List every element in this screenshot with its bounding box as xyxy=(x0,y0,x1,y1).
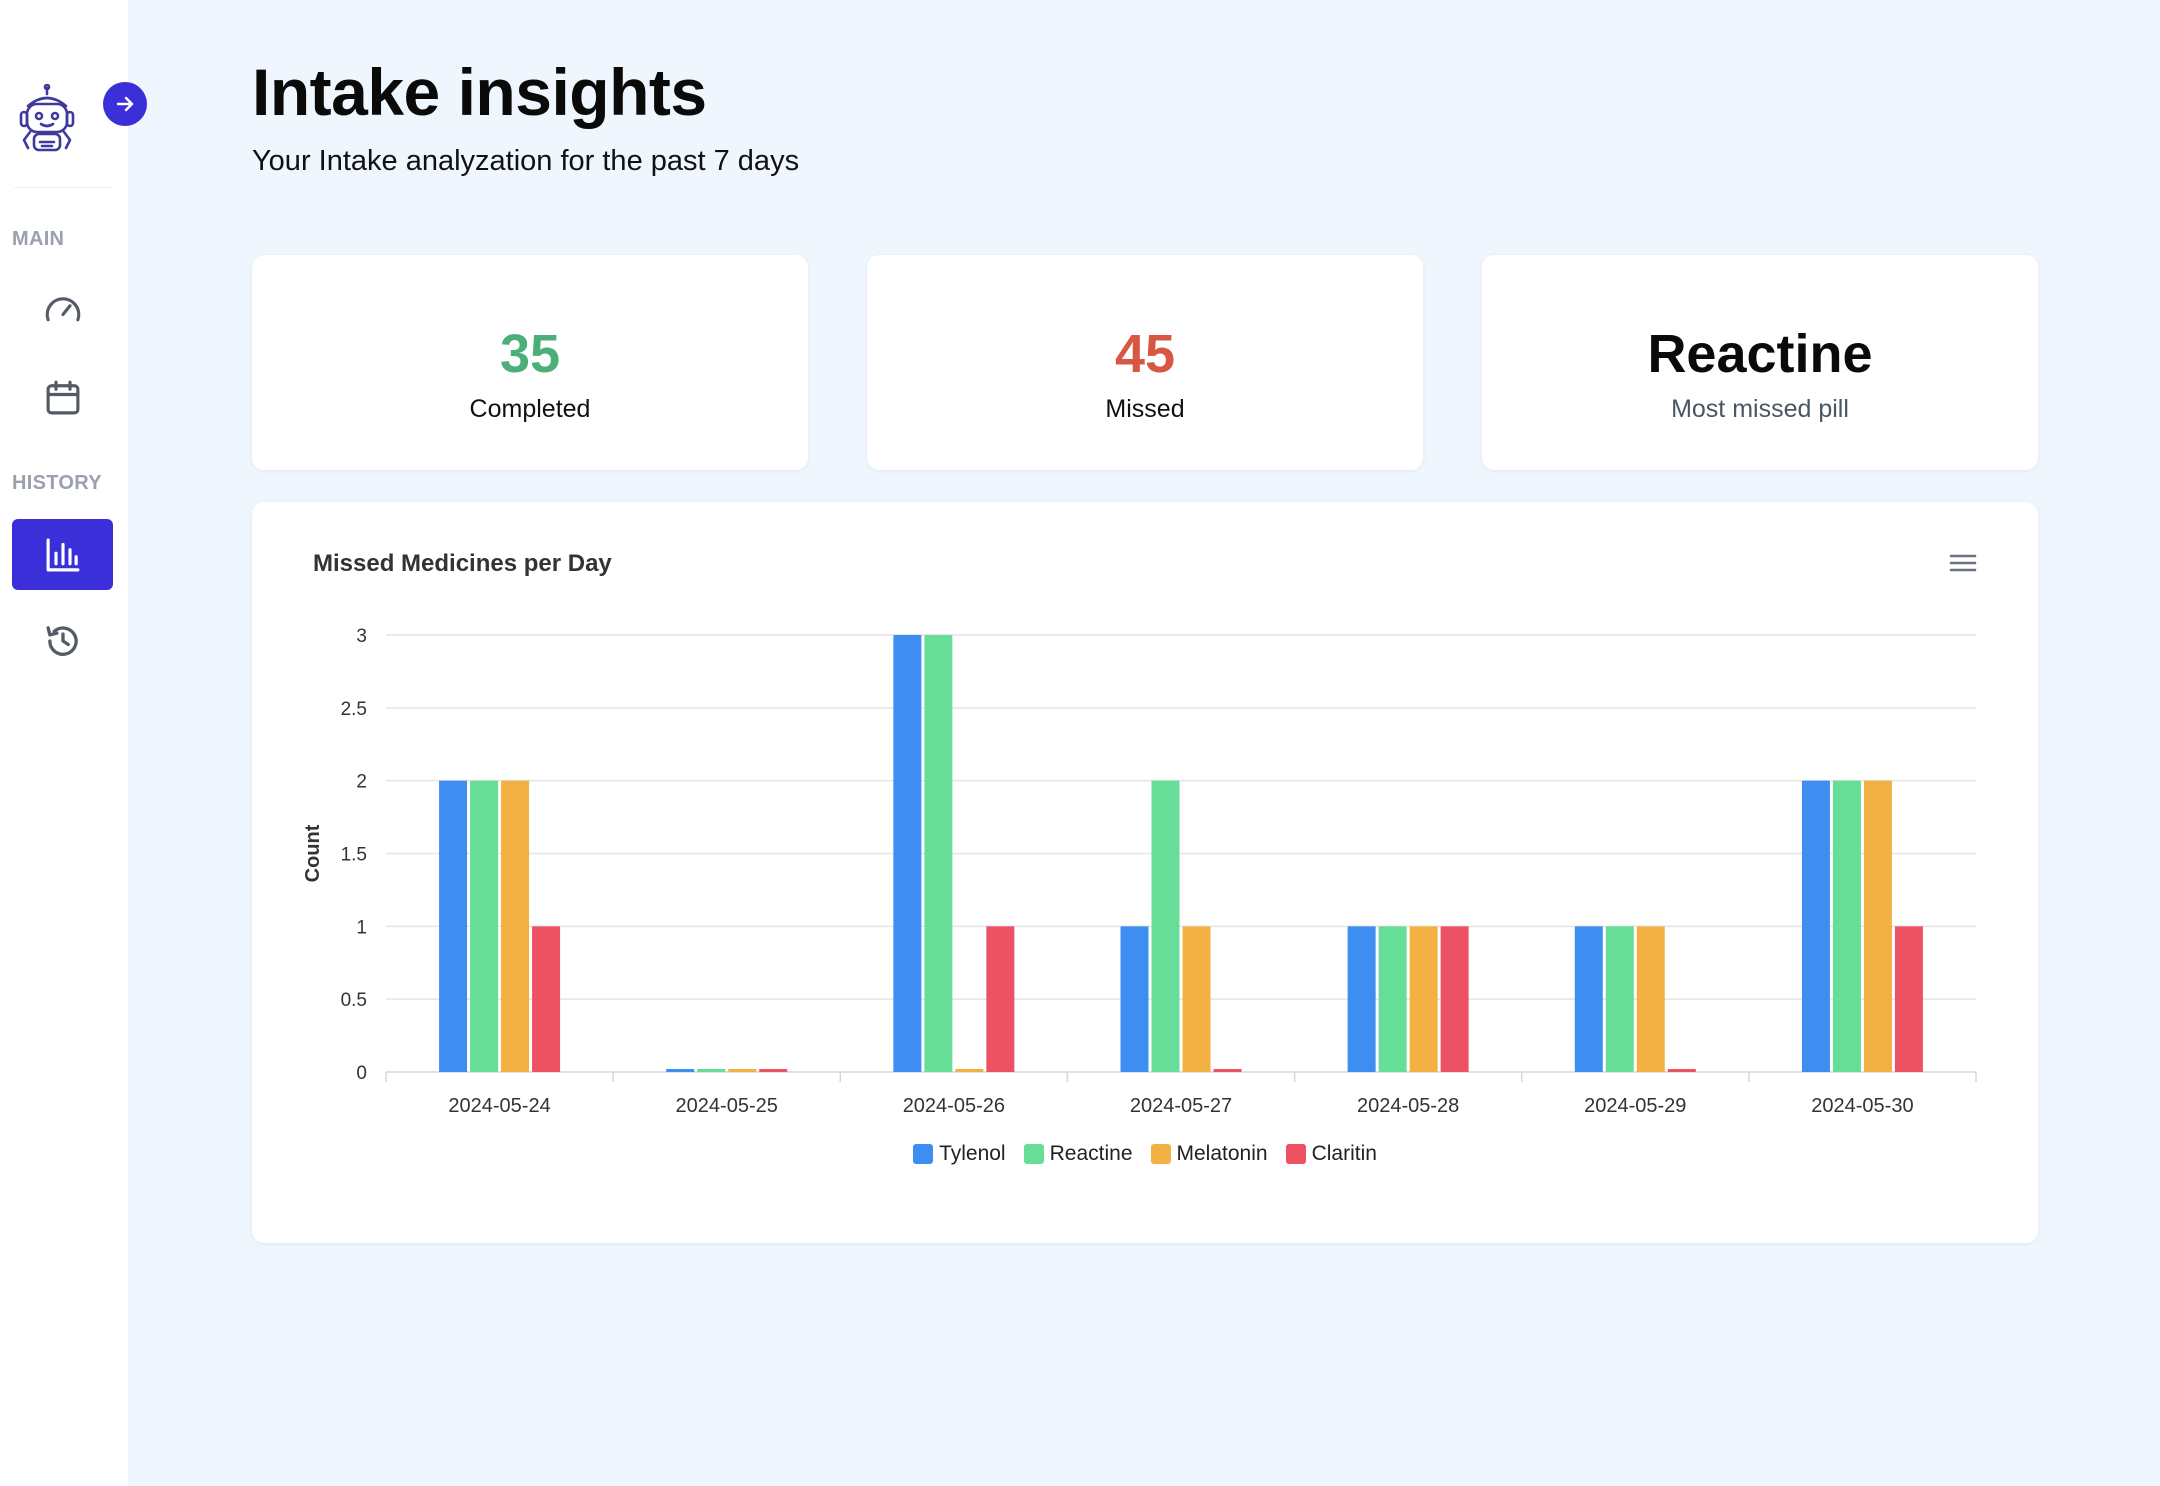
legend-label: Melatonin xyxy=(1176,1142,1268,1165)
most-missed-pill-name: Reactine xyxy=(1647,324,1873,384)
chart-legend: Tylenol Reactine Melatonin Claritin xyxy=(252,1142,2038,1166)
chart-menu-icon[interactable] xyxy=(1948,551,1978,575)
missed-label: Missed xyxy=(1105,395,1185,423)
missed-medicines-chart-card: 0 0.5 1 1.5 2 2.5 3 Count 2024-05-24 2024-05-25 20… xyxy=(252,502,2038,1243)
bar-reactine xyxy=(1378,926,1407,1072)
arrow-right-icon xyxy=(116,96,134,112)
y-tick-label: 0 xyxy=(356,1063,367,1084)
page-subtitle: Your Intake analyzation for the past 7 d… xyxy=(252,145,800,177)
legend-item-reactine[interactable]: Reactine xyxy=(1023,1142,1133,1166)
bar-tylenol xyxy=(1574,926,1603,1072)
history-icon xyxy=(45,625,78,656)
bar-melatonin xyxy=(1182,926,1211,1072)
x-tick-label: 2024-05-27 xyxy=(1130,1095,1232,1117)
legend-item-melatonin[interactable]: Melatonin xyxy=(1150,1142,1268,1166)
bar-melatonin xyxy=(1636,926,1665,1072)
y-tick-label: 3 xyxy=(356,626,367,647)
bar-tylenol xyxy=(893,635,922,1072)
calendar-icon xyxy=(46,380,79,414)
robot-logo-icon xyxy=(14,83,80,156)
bar-tylenol xyxy=(1801,780,1830,1072)
sidebar-section-history: HISTORY xyxy=(12,472,102,494)
legend-label: Claritin xyxy=(1311,1142,1377,1165)
chart-title: Missed Medicines per Day xyxy=(313,550,612,577)
sidebar-item-calendar[interactable] xyxy=(12,362,113,433)
page-title: Intake insights xyxy=(252,55,707,129)
bar-melatonin xyxy=(728,1069,757,1072)
bar-reactine xyxy=(924,635,953,1072)
bar-claritin xyxy=(759,1069,788,1072)
bar-claritin xyxy=(986,926,1015,1072)
y-tick-label: 2 xyxy=(356,772,367,793)
most-missed-stat-card: Reactine Most missed pill xyxy=(1482,255,2038,470)
bar-claritin xyxy=(1667,1069,1696,1072)
sidebar-divider xyxy=(14,187,112,188)
sidebar-item-dashboard[interactable] xyxy=(12,275,113,346)
x-tick-label: 2024-05-25 xyxy=(676,1095,778,1117)
bar-tylenol xyxy=(1120,926,1149,1072)
missed-stat-card: 45 Missed xyxy=(867,255,1423,470)
bar-tylenol xyxy=(1347,926,1376,1072)
bar-reactine xyxy=(1151,780,1180,1072)
bar-chart-icon xyxy=(46,538,79,571)
legend-swatch xyxy=(913,1144,934,1164)
x-tick-label: 2024-05-24 xyxy=(448,1095,550,1117)
y-tick-label: 0.5 xyxy=(341,990,367,1011)
most-missed-label: Most missed pill xyxy=(1671,395,1849,423)
bar-reactine xyxy=(1832,780,1861,1072)
sidebar-item-history[interactable] xyxy=(12,605,113,676)
completed-label: Completed xyxy=(469,395,591,423)
missed-count: 45 xyxy=(1114,324,1176,384)
bar-claritin xyxy=(1440,926,1469,1072)
x-tick-label: 2024-05-26 xyxy=(903,1095,1005,1117)
bar-melatonin xyxy=(955,1069,984,1072)
completed-stat-card: 35 Completed xyxy=(252,255,808,470)
y-tick-label: 1 xyxy=(356,917,367,938)
sidebar: MAIN HISTORY xyxy=(0,0,147,1486)
bar-tylenol xyxy=(439,780,468,1072)
bar-claritin xyxy=(1894,926,1923,1072)
sidebar-item-insights[interactable] xyxy=(12,519,113,590)
missed-medicines-bar-chart: 0 0.5 1 1.5 2 2.5 3 Count 2024-05-24 2024-05-25 20… xyxy=(302,626,1977,1117)
sidebar-section-main: MAIN xyxy=(12,228,65,250)
legend-swatch xyxy=(1285,1144,1306,1164)
x-tick-label: 2024-05-30 xyxy=(1811,1095,1913,1117)
bar-reactine xyxy=(1605,926,1634,1072)
legend-item-claritin[interactable]: Claritin xyxy=(1285,1142,1377,1166)
y-axis-title: Count xyxy=(302,824,324,882)
y-tick-label: 1.5 xyxy=(341,845,367,866)
legend-label: Reactine xyxy=(1049,1142,1133,1165)
bar-reactine xyxy=(697,1069,726,1072)
bar-claritin xyxy=(1213,1069,1242,1072)
legend-swatch xyxy=(1023,1144,1044,1164)
legend-label: Tylenol xyxy=(939,1142,1006,1165)
bar-melatonin xyxy=(501,780,530,1072)
gauge-icon xyxy=(45,296,80,321)
y-tick-label: 2.5 xyxy=(341,699,367,720)
x-tick-label: 2024-05-29 xyxy=(1584,1095,1686,1117)
bar-reactine xyxy=(470,780,499,1072)
bar-tylenol xyxy=(666,1069,695,1072)
x-tick-label: 2024-05-28 xyxy=(1357,1095,1459,1117)
legend-swatch xyxy=(1150,1144,1171,1164)
legend-item-tylenol[interactable]: Tylenol xyxy=(913,1142,1006,1166)
completed-count: 35 xyxy=(499,324,561,384)
bar-melatonin xyxy=(1409,926,1438,1072)
expand-sidebar-button[interactable] xyxy=(103,82,147,126)
bar-claritin xyxy=(532,926,561,1072)
bar-melatonin xyxy=(1863,780,1892,1072)
